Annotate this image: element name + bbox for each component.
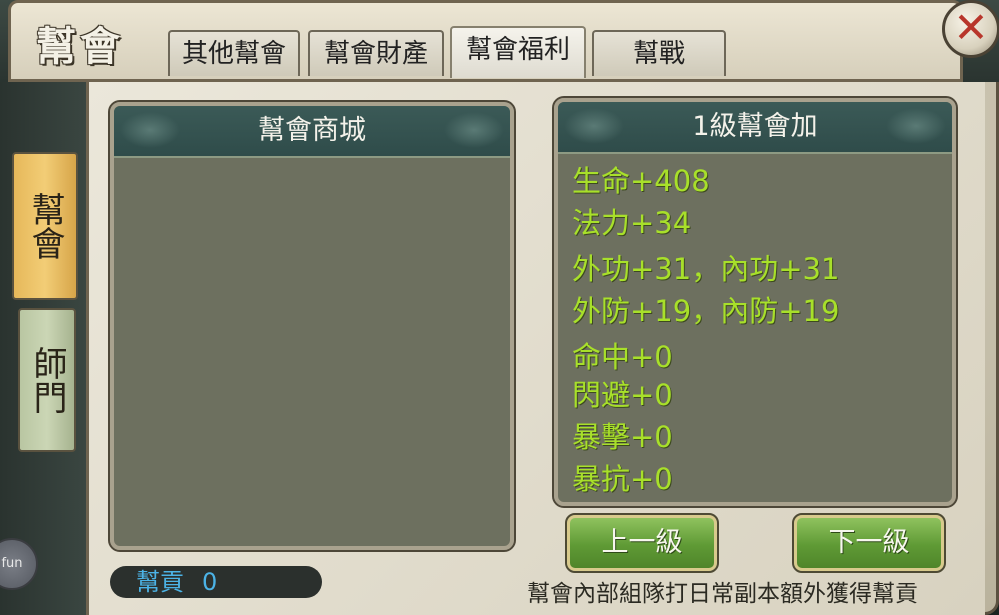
bonus-line: 閃避+0 <box>572 378 673 412</box>
bonus-line: 暴擊+0 <box>572 420 673 454</box>
next-level-button[interactable]: 下一級 <box>792 513 946 573</box>
sidebar-item-sect[interactable]: 師門 <box>18 308 76 452</box>
contribution-value: 0 <box>202 568 218 596</box>
guild-bonus-title: 1級幫會加 <box>692 111 818 142</box>
close-icon: ✕ <box>953 3 989 52</box>
guild-shop-title: 幫會商城 <box>258 115 366 146</box>
guild-bonus-header: 1級幫會加 <box>558 102 952 154</box>
tab-guild-benefits[interactable]: 幫會福利 <box>450 26 586 78</box>
prev-level-button[interactable]: 上一級 <box>565 513 719 573</box>
bonus-line: 命中+0 <box>572 340 673 374</box>
guild-shop-panel: 幫會商城 <box>108 100 516 552</box>
window-title: 幫會 <box>36 24 124 70</box>
cloud-ornament-icon <box>120 112 180 148</box>
cloud-ornament-icon <box>886 108 946 144</box>
tab-other-guilds[interactable]: 其他幫會 <box>168 30 300 76</box>
close-button[interactable]: ✕ <box>942 0 999 58</box>
bonus-line: 外防+19，內防+19 <box>572 294 840 328</box>
bonus-line: 外功+31，內功+31 <box>572 252 840 286</box>
header: 幫會 其他幫會 幫會財產 幫會福利 幫戰 ✕ <box>0 0 999 82</box>
guild-shop-header: 幫會商城 <box>114 106 510 158</box>
sidebar-item-guild[interactable]: 幫會 <box>12 152 78 300</box>
bonus-line: 法力+34 <box>572 206 692 240</box>
guild-bonus-panel: 1級幫會加 生命+408 法力+34 外功+31，內功+31 外防+19，內防+… <box>552 96 958 508</box>
guild-contribution: 幫貢 0 <box>110 566 322 598</box>
cloud-ornament-icon <box>564 108 624 144</box>
contribution-label: 幫貢 <box>136 568 184 596</box>
hint-text: 幫會內部組隊打日常副本額外獲得幫貢 <box>527 581 918 607</box>
sidebar-item-label: 幫會 <box>25 192 65 260</box>
tab-guild-war[interactable]: 幫戰 <box>592 30 726 76</box>
tab-guild-property[interactable]: 幫會財產 <box>308 30 444 76</box>
bonus-line: 生命+408 <box>572 164 710 198</box>
bonus-line: 暴抗+0 <box>572 462 673 496</box>
sidebar-item-label: 師門 <box>27 346 67 414</box>
cloud-ornament-icon <box>444 112 504 148</box>
